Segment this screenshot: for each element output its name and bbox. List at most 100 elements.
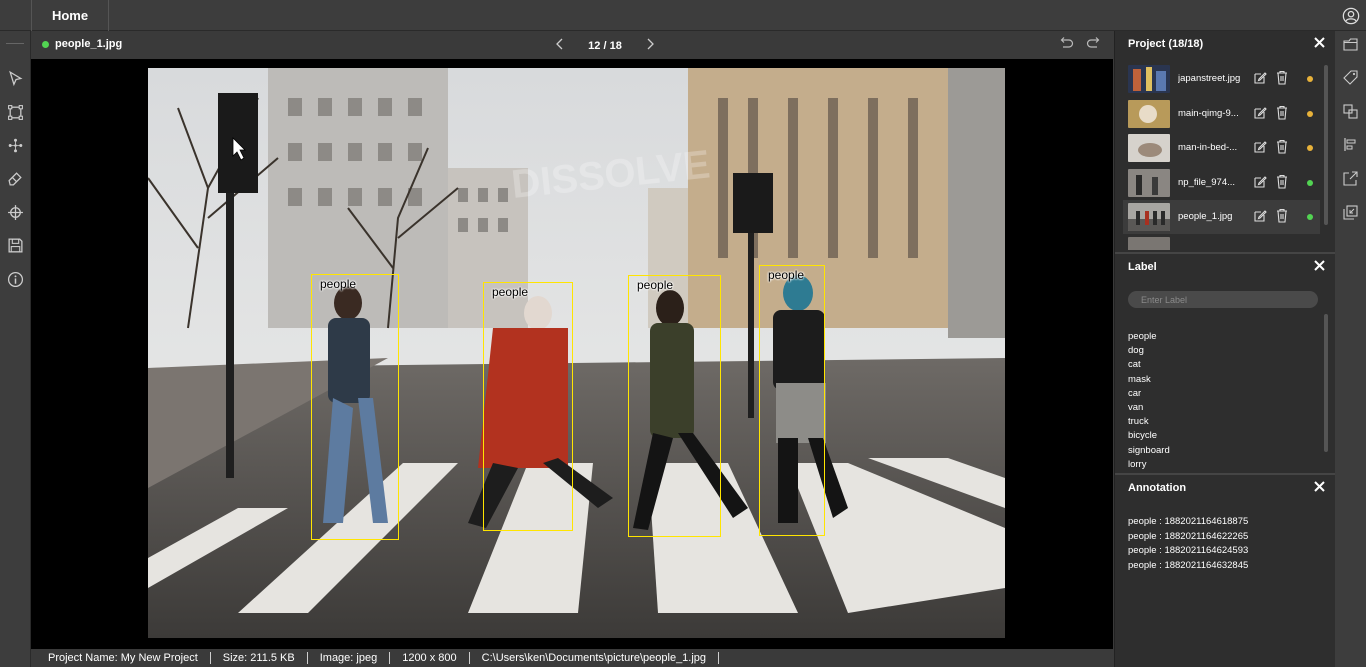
trash-icon[interactable] [1276,139,1288,154]
trash-icon[interactable] [1276,174,1288,189]
label-item[interactable]: mask [1128,373,1170,387]
project-file-name: people_1.jpg [1178,211,1233,222]
label-item[interactable]: car [1128,387,1170,401]
right-toolbar [1335,31,1366,667]
project-list-item-selected[interactable]: people_1.jpg [1123,200,1320,234]
label-item[interactable]: van [1128,401,1170,415]
right-sidebar: Project (18/18) japanstreet.jpg main-qim… [1114,31,1336,667]
annotation-canvas[interactable]: DISSOLVE people people people people [31,59,1113,649]
label-item[interactable]: bicycle [1128,429,1170,443]
export-icon[interactable] [1343,171,1358,186]
edit-icon[interactable] [1254,175,1267,188]
close-icon[interactable] [1314,260,1325,271]
label-item[interactable]: truck [1128,415,1170,429]
file-thumbnail [1128,65,1170,93]
file-thumbnail [1128,134,1170,162]
trash-icon[interactable] [1276,105,1288,120]
status-project-name: Project Name: My New Project [31,652,211,664]
undo-icon[interactable] [1058,36,1074,50]
edit-icon[interactable] [1254,209,1267,222]
label-search-input[interactable] [1128,291,1318,308]
tag-icon[interactable] [1343,70,1358,85]
file-thumbnail [1128,100,1170,128]
bbox-label: people [320,277,357,291]
project-list-item[interactable] [1123,234,1320,250]
street-photo[interactable]: DISSOLVE people people people people [148,68,1005,638]
status-file-path: C:\Users\ken\Documents\picture\people_1.… [470,652,720,664]
bounding-box[interactable]: people [311,274,399,540]
project-file-name: np_file_974... [1178,177,1236,188]
project-list-item[interactable]: main-qimg-9... [1123,97,1320,131]
image-header: people_1.jpg 12 / 18 [31,31,1113,59]
status-file-size: Size: 211.5 KB [211,652,308,664]
annotation-item[interactable]: people : 1882021164632845 [1128,559,1248,574]
label-item[interactable]: cat [1128,358,1170,372]
page-indicator: 12 / 18 [588,40,622,52]
user-account-icon[interactable] [1342,7,1360,25]
select-cursor-icon[interactable] [7,70,24,87]
edit-icon[interactable] [1254,71,1267,84]
trash-icon[interactable] [1276,70,1288,85]
bounding-box[interactable]: people [628,275,721,537]
annotation-item[interactable]: people : 1882021164624593 [1128,544,1248,559]
file-thumbnail [1128,203,1170,231]
project-list-item[interactable]: japanstreet.jpg [1123,62,1320,96]
crosshair-icon[interactable] [7,204,24,221]
annotation-item[interactable]: people : 1882021164618875 [1128,515,1248,530]
close-icon[interactable] [1314,481,1325,492]
project-panel-title: Project (18/18) [1128,38,1204,50]
chevron-left-icon[interactable] [553,37,567,51]
file-thumbnail [1128,237,1170,250]
redo-icon[interactable] [1086,36,1102,50]
label-item[interactable]: people [1128,330,1170,344]
info-icon[interactable] [7,271,24,288]
project-list-item[interactable]: man-in-bed-... [1123,131,1320,165]
edit-icon[interactable] [1254,106,1267,119]
edit-icon[interactable] [1254,140,1267,153]
label-item[interactable]: lorry [1128,458,1170,472]
label-item[interactable]: signboard [1128,444,1170,458]
bounding-box[interactable]: people [483,282,573,531]
bbox-label: people [492,285,529,299]
app-root: Home people_1.jpg 12 / 18 DISSOLVE peopl… [0,0,1366,667]
file-status-dot [1307,111,1313,117]
label-item[interactable]: dog [1128,344,1170,358]
close-icon[interactable] [1314,37,1325,48]
annotation-panel: Annotation people : 1882021164618875 peo… [1115,475,1336,667]
project-file-name: japanstreet.jpg [1178,73,1241,84]
trash-icon[interactable] [1276,208,1288,223]
home-tab[interactable]: Home [31,0,109,31]
label-panel-title: Label [1128,261,1157,273]
label-panel: Label people dog cat mask car van truck … [1115,254,1336,473]
file-status-dot [1307,145,1313,151]
toolbar-divider [6,43,24,44]
status-dimensions: 1200 x 800 [390,652,470,664]
polygon-tool-icon[interactable] [7,137,24,154]
save-icon[interactable] [7,237,24,254]
photo-illustration: DISSOLVE [148,68,1005,638]
project-list-item[interactable]: np_file_974... [1123,166,1320,200]
bounding-box[interactable]: people [759,265,825,536]
bbox-label: people [768,268,805,282]
current-file-name: people_1.jpg [55,38,123,50]
label-list-scrollbar[interactable] [1324,314,1328,452]
file-status-dot [42,41,49,48]
project-file-name: man-in-bed-... [1178,142,1238,153]
align-icon[interactable] [1343,137,1358,152]
eraser-icon[interactable] [7,170,24,187]
import-icon[interactable] [1343,205,1358,220]
status-image-type: Image: jpeg [308,652,391,664]
project-file-name: main-qimg-9... [1178,108,1239,119]
rectangle-tool-icon[interactable] [7,104,24,121]
file-status-dot [1307,76,1313,82]
chevron-right-icon[interactable] [643,37,657,51]
project-list-scrollbar[interactable] [1324,65,1328,225]
project-panel: Project (18/18) japanstreet.jpg main-qim… [1115,31,1336,252]
annotation-list: people : 1882021164618875 people : 18820… [1128,515,1248,573]
copy-boxes-icon[interactable] [1343,104,1358,119]
status-bar: Project Name: My New Project Size: 211.5… [31,649,1113,667]
bbox-label: people [637,278,674,292]
annotation-item[interactable]: people : 1882021164622265 [1128,530,1248,545]
top-bar: Home [0,0,1366,31]
folder-icon[interactable] [1343,37,1358,52]
